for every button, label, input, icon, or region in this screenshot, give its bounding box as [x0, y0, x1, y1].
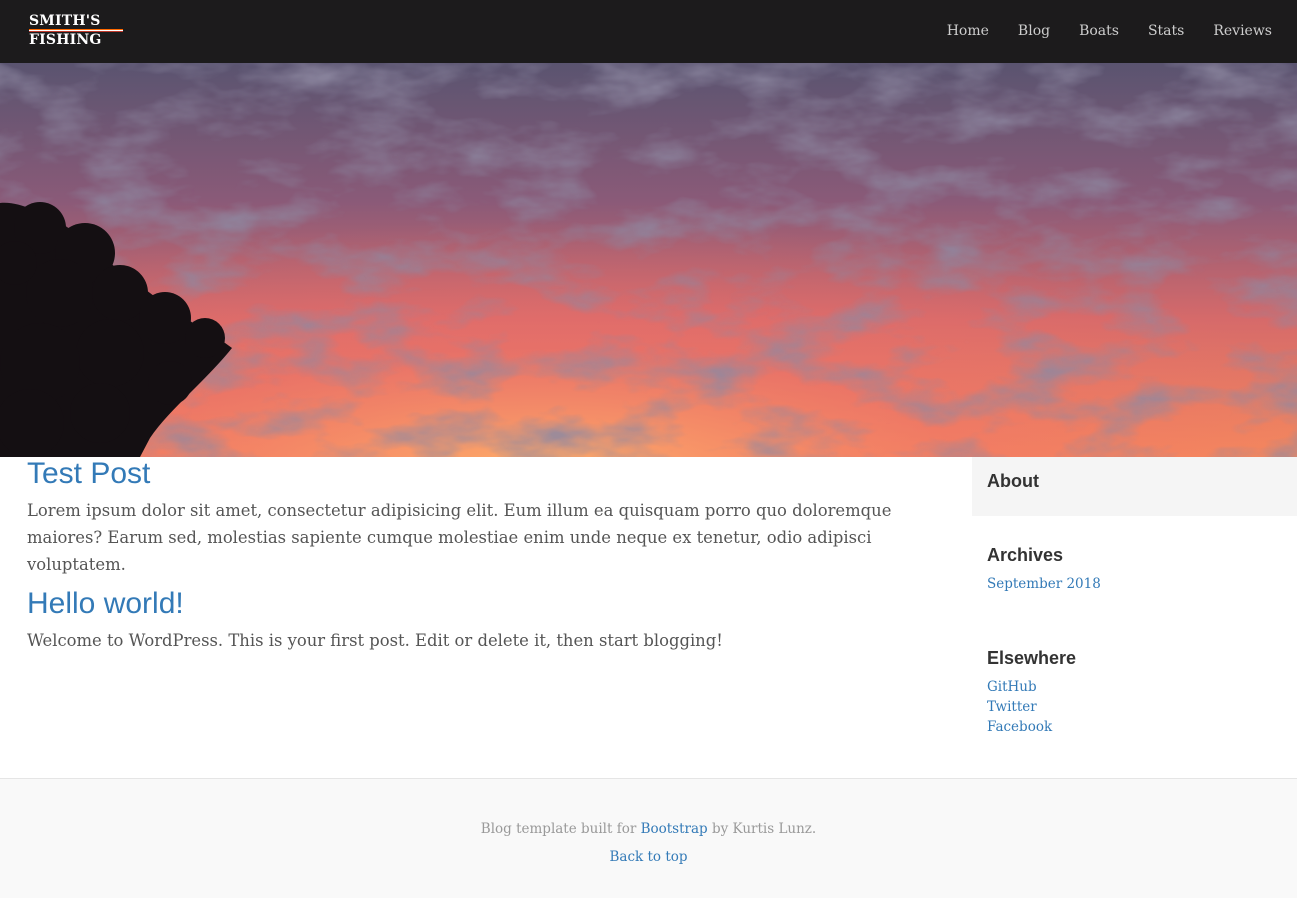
hero-sunset-image	[0, 63, 1297, 457]
hero-image	[0, 63, 1297, 457]
github-link[interactable]: GitHub	[987, 677, 1282, 697]
footer: Blog template built for Bootstrap by Kur…	[0, 778, 1297, 898]
facebook-link[interactable]: Facebook	[987, 717, 1282, 737]
back-to-top-link[interactable]: Back to top	[609, 849, 687, 865]
navbar: SMITH'S FISHING Home Blog Boats Stats Re…	[0, 0, 1297, 63]
nav-stats[interactable]: Stats	[1148, 22, 1184, 40]
logo-line1: SMITH'S	[29, 13, 101, 29]
footer-text-before: Blog template built for	[480, 821, 637, 837]
archives-heading: Archives	[987, 545, 1064, 565]
footer-back-to-top: Back to top	[0, 849, 1297, 865]
smiths-fishing-logo[interactable]: SMITH'S FISHING	[29, 14, 125, 48]
bootstrap-link[interactable]: Bootstrap	[641, 821, 708, 837]
about-heading: About	[987, 471, 1039, 491]
archive-link[interactable]: September 2018	[987, 574, 1282, 594]
footer-credit: Blog template built for Bootstrap by Kur…	[0, 821, 1297, 837]
nav-blog[interactable]: Blog	[1018, 22, 1050, 40]
logo-line2: FISHING	[29, 32, 102, 48]
blog-main: Test Post Lorem ipsum dolor sit amet, co…	[27, 457, 907, 654]
nav-boats[interactable]: Boats	[1079, 22, 1119, 40]
sidebar-about: About	[972, 457, 1297, 516]
main-nav: Home Blog Boats Stats Reviews	[918, 22, 1272, 40]
elsewhere-heading: Elsewhere	[987, 648, 1077, 668]
nav-home[interactable]: Home	[947, 22, 989, 40]
nav-reviews[interactable]: Reviews	[1213, 22, 1272, 40]
post-title-test-post[interactable]: Test Post	[27, 457, 907, 491]
post-excerpt: Lorem ipsum dolor sit amet, consectetur …	[27, 501, 892, 574]
sidebar-elsewhere: Elsewhere GitHub Twitter Facebook	[972, 648, 1297, 737]
twitter-link[interactable]: Twitter	[987, 697, 1282, 717]
sidebar: About Archives September 2018 Elsewhere …	[972, 457, 1297, 737]
sidebar-archives: Archives September 2018	[972, 545, 1297, 594]
post-excerpt: Welcome to WordPress. This is your first…	[27, 631, 723, 650]
post-title-hello-world[interactable]: Hello world!	[27, 587, 907, 621]
footer-text-after: by Kurtis Lunz.	[711, 821, 817, 837]
